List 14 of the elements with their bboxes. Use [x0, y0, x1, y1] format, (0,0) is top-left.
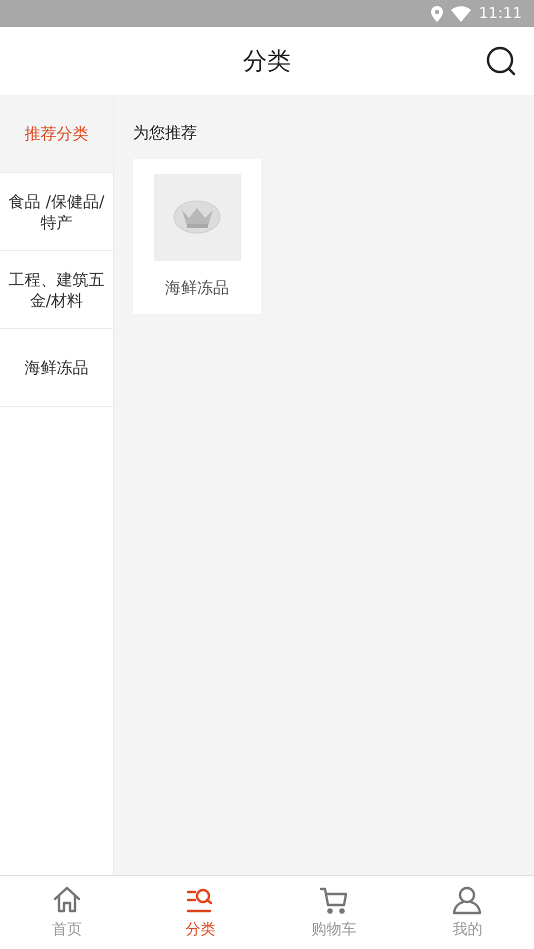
- clock: 11:11: [478, 3, 522, 24]
- page-title: 分类: [243, 46, 291, 77]
- wifi-icon: [450, 6, 471, 22]
- category-item[interactable]: 推荐分类: [0, 95, 113, 173]
- search-button[interactable]: [486, 46, 516, 76]
- tab[interactable]: 分类: [134, 876, 267, 949]
- person-icon: [451, 884, 484, 916]
- card-label: 海鲜冻品: [165, 277, 229, 299]
- section-heading: 为您推荐: [133, 122, 198, 144]
- tab[interactable]: 首页: [0, 876, 134, 949]
- category-card[interactable]: 海鲜冻品: [133, 159, 261, 314]
- tab[interactable]: 购物车: [267, 876, 400, 949]
- location-icon: [430, 6, 443, 22]
- tab[interactable]: 我的: [400, 876, 534, 949]
